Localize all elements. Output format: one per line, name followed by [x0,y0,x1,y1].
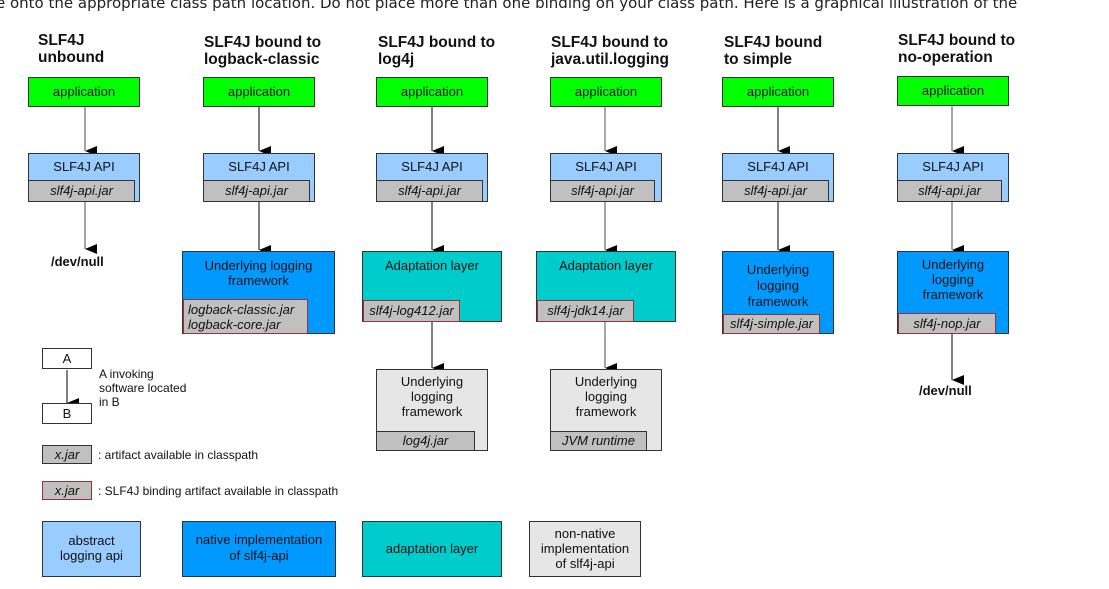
api-jar: slf4j-api.jar [897,180,1002,202]
api-jar: slf4j-api.jar [550,180,655,202]
column-title-unbound: SLF4J unbound [38,32,105,66]
column-title-logback: SLF4J bound to logback-classic [204,34,322,68]
legend-box-a: A [42,348,92,369]
legend-swatch-non-native: non-native implementation of slf4j-api [529,521,641,577]
api-jar: slf4j-api.jar [722,180,829,202]
native-logging-framework-box: Underlying logging framework slf4j-nop.j… [897,251,1009,334]
underlying-framework-box: Underlying logging framework JVM runtime [550,369,662,451]
framework-jar: JVM runtime [550,431,647,451]
framework-jar: log4j.jar [376,431,475,451]
underlying-framework-box: Underlying logging framework log4j.jar [376,369,488,451]
column-title-simple: SLF4J bound to simple [724,34,823,68]
adaptation-layer-box: Adaptation layer slf4j-jdk14.jar [536,251,676,322]
slf4j-api-box: SLF4J API slf4j-api.jar [376,153,488,202]
application-box: application [28,77,140,107]
binding-jar: slf4j-log412.jar [363,300,460,322]
native-logging-framework-box: Underlying logging framework logback-cla… [182,251,335,334]
dev-null-label: /dev/null [919,383,972,398]
binding-jar: slf4j-jdk14.jar [537,300,634,322]
legend-binding-jar: x.jar [42,481,92,500]
api-jar: slf4j-api.jar [376,180,483,202]
slf4j-api-box: SLF4J API slf4j-api.jar [28,153,140,202]
binding-jar: slf4j-nop.jar [898,313,996,334]
legend-artifact-jar: x.jar [42,445,92,464]
application-box: application [376,77,488,107]
application-box: application [897,76,1009,106]
legend-swatch-adaptation: adaptation layer [362,521,502,577]
dev-null-label: /dev/null [51,254,104,269]
legend-artifact-desc: : artifact available in classpath [98,448,259,462]
slf4j-api-box: SLF4J API slf4j-api.jar [722,153,834,202]
legend-swatch-abstract-api: abstract logging api [42,521,141,577]
binding-jar: logback-classic.jar logback-core.jar [183,299,308,334]
slf4j-api-box: SLF4J API slf4j-api.jar [550,153,662,202]
column-title-nop: SLF4J bound to no-operation [898,32,1016,66]
application-box: application [203,77,315,107]
legend-binding-desc: : SLF4J binding artifact available in cl… [98,484,339,498]
binding-jar: slf4j-simple.jar [723,314,820,334]
column-title-jul: SLF4J bound to java.util.logging [551,34,669,68]
api-jar: slf4j-api.jar [28,180,135,202]
column-title-log4j: SLF4J bound to log4j [378,34,496,68]
legend-swatch-native-impl: native implementation of slf4j-api [182,521,336,577]
legend-box-b: B [42,403,92,424]
native-logging-framework-box: Underlying logging framework slf4j-simpl… [722,251,834,334]
slf4j-api-box: SLF4J API slf4j-api.jar [203,153,315,202]
slf4j-api-box: SLF4J API slf4j-api.jar [897,153,1009,202]
api-jar: slf4j-api.jar [203,180,310,202]
application-box: application [722,77,834,107]
adaptation-layer-box: Adaptation layer slf4j-log412.jar [362,251,502,322]
legend-invoke-text: A invoking software located in B [99,367,187,409]
application-box: application [550,77,662,107]
